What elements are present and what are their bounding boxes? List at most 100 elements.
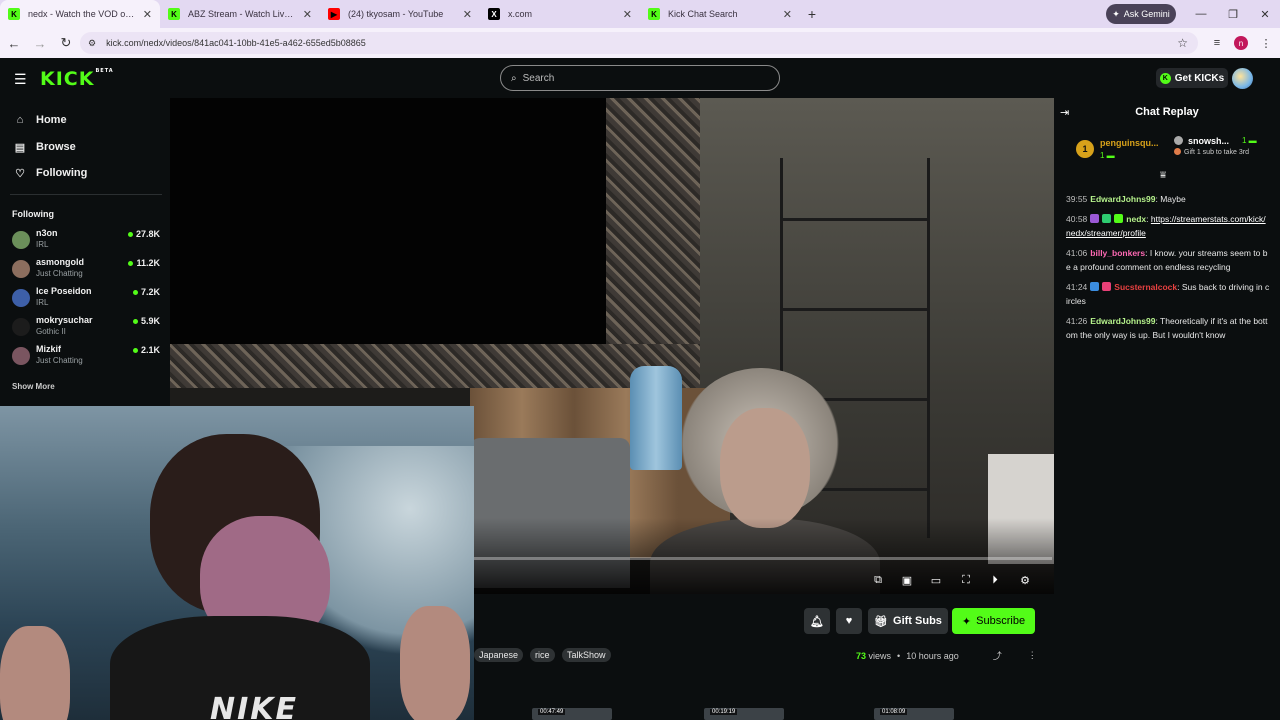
- nav-following[interactable]: ♡ Following: [12, 165, 87, 181]
- close-tab-icon[interactable]: ✕: [783, 8, 792, 21]
- channel-name: n3on: [36, 228, 58, 238]
- url-field[interactable]: ⚙ kick.com/nedx/videos/841ac041-10bb-41e…: [80, 32, 1198, 54]
- following-item[interactable]: mokrysuchar Gothic II 5.9K: [12, 315, 160, 341]
- chat-message: 41:06 billy_bonkers: I know. your streams…: [1066, 246, 1270, 274]
- channel-category: Gothic II: [36, 327, 66, 336]
- close-tab-icon[interactable]: ✕: [143, 8, 152, 21]
- ask-gemini-button[interactable]: ✦ Ask Gemini: [1106, 4, 1176, 24]
- gemini-icon: ✦: [1112, 8, 1120, 19]
- settings-gear-icon[interactable]: ⚙: [1016, 572, 1034, 588]
- video-info-bar: 🔔︎ ♥ 🎁︎ Gift Subs ✦ Subscribe Japanese ric…: [474, 594, 1054, 720]
- browser-tab[interactable]: Xx.com ✕: [480, 0, 640, 28]
- vod-thumbnail[interactable]: 01:08:09: [874, 708, 954, 720]
- tag-rice[interactable]: rice: [530, 648, 555, 662]
- new-tab-button[interactable]: +: [800, 0, 824, 28]
- kick-logo[interactable]: KICKBETA: [40, 68, 114, 90]
- tag-talkshow[interactable]: TalkShow: [562, 648, 611, 662]
- search-input[interactable]: ⌕ Search: [500, 65, 780, 91]
- user-avatar[interactable]: [1232, 68, 1253, 89]
- close-tab-icon[interactable]: ✕: [463, 8, 472, 21]
- browser-tab[interactable]: ▶ (24) tkyosam - YouTube ✕: [320, 0, 480, 28]
- following-item[interactable]: Ice Poseidon IRL 7.2K: [12, 286, 160, 312]
- chat-message: 40:58 nedx: https://streamerstats.com/kic…: [1066, 212, 1270, 240]
- following-heading: Following: [12, 209, 54, 219]
- miniplayer-icon[interactable]: ⧉: [869, 572, 887, 588]
- forward-icon[interactable]: →: [28, 31, 52, 55]
- following-item[interactable]: Mizkif Just Chatting 2.1K: [12, 344, 160, 370]
- tab-title: Kick Chat Search: [668, 9, 738, 19]
- chat-username[interactable]: EdwardJohns99: [1090, 194, 1155, 204]
- video-age: 10 hours ago: [906, 650, 959, 661]
- second-gifter-count: 1 ▬: [1242, 136, 1257, 145]
- browser-menu-icon[interactable]: ⋮: [1254, 28, 1278, 58]
- subscribe-button[interactable]: ✦ Subscribe: [952, 608, 1035, 634]
- browser-tab[interactable]: Knedx - Watch the VOD on Kick ✕: [0, 0, 160, 28]
- video-progress-bar[interactable]: [474, 557, 1052, 560]
- minimize-icon[interactable]: —: [1186, 0, 1216, 28]
- vod-thumbnail[interactable]: 00:47:49: [532, 708, 612, 720]
- top-gifter-count: 1 ▬: [1100, 151, 1115, 160]
- chat-username[interactable]: Sucsternalcock: [1114, 282, 1177, 292]
- chat-message: 41:24 Sucsternalcock: Sus back to driving…: [1066, 280, 1270, 308]
- menu-icon[interactable]: ☰: [14, 71, 27, 88]
- restore-icon[interactable]: ❐: [1218, 0, 1248, 28]
- tag-japanese[interactable]: Japanese: [474, 648, 524, 662]
- clip-icon[interactable]: ▣: [898, 572, 916, 588]
- tab-title: (24) tkyosam - YouTube: [348, 9, 444, 19]
- viewer-count: 5.9K: [132, 316, 160, 326]
- more-options-icon[interactable]: ⋮: [1028, 650, 1037, 661]
- webcam-overlay: NIKE: [0, 406, 474, 720]
- following-item[interactable]: n3on IRL 27.8K: [12, 228, 160, 254]
- browser-tab[interactable]: K ABZ Stream - Watch Live on Kick ✕: [160, 0, 320, 28]
- live-dot-icon: [132, 318, 138, 324]
- top-gifter-name[interactable]: penguinsqu...: [1100, 138, 1159, 148]
- channel-category: Just Chatting: [36, 269, 83, 278]
- site-info-icon[interactable]: ⚙: [88, 38, 96, 49]
- close-tab-icon[interactable]: ✕: [623, 8, 632, 21]
- expand-leaderboard-icon[interactable]: ⩸: [1160, 170, 1166, 181]
- tab-search-icon[interactable]: ≡: [1205, 28, 1229, 58]
- second-gifter-name[interactable]: snowsh...: [1188, 136, 1229, 146]
- tab-title: nedx - Watch the VOD on Kick: [28, 9, 137, 19]
- message-timestamp: 41:26: [1066, 316, 1088, 326]
- browser-tab[interactable]: K Kick Chat Search ✕: [640, 0, 800, 28]
- gift-subs-button[interactable]: 🎁︎ Gift Subs: [868, 608, 948, 634]
- bookmark-star-icon[interactable]: ☆: [1177, 36, 1188, 50]
- chat-username[interactable]: nedx: [1126, 214, 1146, 224]
- live-dot-icon: [127, 231, 133, 237]
- kicks-coin-icon: K: [1159, 72, 1171, 84]
- channel-category: IRL: [36, 298, 49, 307]
- channel-avatar: [12, 318, 30, 336]
- profile-button[interactable]: n: [1229, 28, 1253, 58]
- theater-mode-icon[interactable]: ▭: [927, 572, 945, 588]
- live-dot-icon: [132, 289, 138, 295]
- meta-separator: •: [897, 650, 901, 661]
- back-icon[interactable]: ←: [2, 31, 26, 55]
- autoplay-icon[interactable]: ⏵: [986, 572, 1004, 588]
- chat-badge-icon: [1102, 282, 1112, 291]
- share-icon[interactable]: ⤴: [993, 649, 1002, 662]
- show-more-link[interactable]: Show More: [12, 382, 55, 391]
- get-kicks-button[interactable]: K Get KICKs: [1156, 68, 1228, 88]
- following-item[interactable]: asmongold Just Chatting 11.2K: [12, 257, 160, 283]
- search-placeholder: Search: [522, 72, 555, 84]
- tab-favicon-icon: K: [168, 8, 180, 20]
- fullscreen-icon[interactable]: ⛶: [957, 572, 975, 588]
- notification-bell-button[interactable]: 🔔︎: [804, 608, 830, 634]
- close-tab-icon[interactable]: ✕: [303, 8, 312, 21]
- url-text: kick.com/nedx/videos/841ac041-10bb-41e5-…: [106, 38, 366, 48]
- chat-username[interactable]: billy_bonkers: [1090, 248, 1145, 258]
- gifter-rank-badge: 1: [1076, 140, 1094, 158]
- follow-heart-button[interactable]: ♥: [836, 608, 862, 634]
- nav-home[interactable]: ⌂ Home: [12, 112, 67, 128]
- tab-favicon-icon: K: [648, 8, 660, 20]
- home-icon: ⌂: [16, 114, 24, 126]
- vod-thumbnail[interactable]: 00:19:19: [704, 708, 784, 720]
- close-window-icon[interactable]: ✕: [1250, 0, 1280, 28]
- chat-messages: 39:55 EdwardJohns99: Maybe 40:58 nedx: http…: [1066, 192, 1270, 348]
- reload-icon[interactable]: ↻: [54, 31, 78, 55]
- chat-username[interactable]: EdwardJohns99: [1090, 316, 1155, 326]
- nav-browse[interactable]: ▤ Browse: [12, 139, 76, 155]
- tab-title: x.com: [508, 9, 533, 19]
- live-dot-icon: [132, 347, 138, 353]
